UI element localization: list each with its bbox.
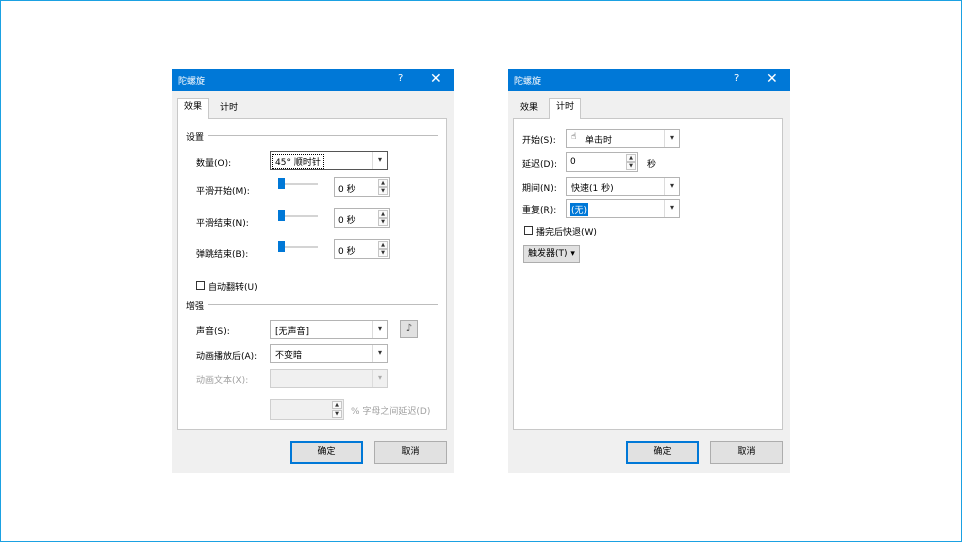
sound-dropdown[interactable]: [无声音] ▾ (270, 320, 388, 339)
close-icon[interactable]: ✕ (430, 71, 442, 87)
timing-dialog: 陀螺旋 ? ✕ 效果 计时 开始(S): ☝ 单击时 ▾ 延迟(D): 0 ▲ … (508, 69, 790, 473)
chevron-down-icon[interactable]: ▾ (664, 178, 679, 195)
title-bar: 陀螺旋 ? ✕ (508, 69, 790, 91)
triggers-label: 触发器(T) (528, 249, 568, 259)
spin-up-icon[interactable]: ▲ (378, 179, 388, 187)
title-bar: 陀螺旋 ? ✕ (172, 69, 454, 91)
letter-delay-label: % 字母之间延迟(D) (351, 407, 431, 417)
mouse-click-icon: ☝ (571, 132, 577, 142)
effect-panel: 设置 数量(O): 45° 顺时针 ▾ 平滑开始(M): 0 秒 ▲ ▼ 平滑结… (177, 118, 447, 430)
rewind-label: 播完后快退(W) (536, 228, 597, 238)
divider (208, 304, 438, 305)
smooth-end-label: 平滑结束(N): (196, 219, 249, 229)
tab-effect[interactable]: 效果 (177, 98, 210, 119)
ok-button[interactable]: 确定 (626, 441, 699, 464)
bounce-end-value: 0 秒 (338, 247, 356, 257)
spin-down-icon[interactable]: ▼ (378, 187, 388, 195)
dialog-title: 陀螺旋 (514, 77, 542, 87)
timing-panel: 开始(S): ☝ 单击时 ▾ 延迟(D): 0 ▲ ▼ 秒 期间(N): 快速(… (513, 118, 783, 430)
amount-label: 数量(O): (196, 159, 232, 169)
bounce-end-stepper[interactable]: 0 秒 ▲ ▼ (334, 239, 390, 259)
chevron-down-icon[interactable]: ▾ (372, 345, 387, 362)
smooth-end-value: 0 秒 (338, 216, 356, 226)
duration-label: 期间(N): (522, 184, 557, 194)
help-button[interactable]: ? (734, 73, 739, 84)
speaker-icon[interactable]: ♪ (400, 320, 418, 338)
spin-up-icon[interactable]: ▲ (378, 241, 388, 249)
spin-down-icon: ▼ (332, 410, 342, 418)
smooth-start-slider-thumb[interactable] (278, 178, 285, 189)
double-chevron-down-icon: ▾ (570, 249, 575, 259)
dialog-title: 陀螺旋 (178, 77, 206, 87)
slide-frame (0, 0, 962, 542)
start-dropdown[interactable]: ☝ 单击时 ▾ (566, 129, 680, 148)
auto-reverse-checkbox[interactable] (196, 281, 205, 290)
spin-down-icon[interactable]: ▼ (378, 249, 388, 257)
delay-unit: 秒 (647, 160, 657, 170)
sound-value: [无声音] (275, 327, 310, 337)
duration-value: 快速(1 秒) (571, 184, 614, 194)
sound-label: 声音(S): (196, 327, 230, 337)
smooth-end-slider-thumb[interactable] (278, 210, 285, 221)
cancel-button[interactable]: 取消 (710, 441, 783, 464)
ok-button[interactable]: 确定 (290, 441, 363, 464)
rewind-checkbox[interactable] (524, 226, 533, 235)
chevron-down-icon[interactable]: ▾ (372, 152, 387, 169)
chevron-down-icon[interactable]: ▾ (664, 200, 679, 217)
close-icon[interactable]: ✕ (766, 71, 778, 87)
animate-text-dropdown: ▾ (270, 369, 388, 388)
duration-dropdown[interactable]: 快速(1 秒) ▾ (566, 177, 680, 196)
enhancements-header: 增强 (186, 302, 205, 312)
cancel-button[interactable]: 取消 (374, 441, 447, 464)
smooth-end-stepper[interactable]: 0 秒 ▲ ▼ (334, 208, 390, 228)
chevron-down-icon: ▾ (372, 370, 387, 387)
delay-label: 延迟(D): (522, 160, 557, 170)
spin-up-icon: ▲ (332, 401, 342, 409)
amount-dropdown[interactable]: 45° 顺时针 ▾ (270, 151, 388, 170)
start-label: 开始(S): (522, 136, 556, 146)
triggers-button[interactable]: 触发器(T) ▾ (523, 245, 580, 263)
tab-effect[interactable]: 效果 (514, 100, 545, 118)
auto-reverse-label: 自动翻转(U) (208, 283, 258, 293)
delay-stepper[interactable]: 0 ▲ ▼ (566, 152, 638, 172)
smooth-start-stepper[interactable]: 0 秒 ▲ ▼ (334, 177, 390, 197)
effect-dialog: 陀螺旋 ? ✕ 效果 计时 设置 数量(O): 45° 顺时针 ▾ 平滑开始(M… (172, 69, 454, 473)
tab-timing[interactable]: 计时 (549, 98, 582, 119)
divider (208, 135, 438, 136)
help-button[interactable]: ? (398, 73, 403, 84)
spin-up-icon[interactable]: ▲ (626, 154, 636, 162)
after-animation-value: 不变暗 (275, 351, 303, 361)
spin-down-icon[interactable]: ▼ (378, 218, 388, 226)
spin-down-icon[interactable]: ▼ (626, 162, 636, 170)
chevron-down-icon[interactable]: ▾ (372, 321, 387, 338)
delay-value: 0 (570, 157, 576, 167)
smooth-start-label: 平滑开始(M): (196, 187, 250, 197)
repeat-label: 重复(R): (522, 206, 557, 216)
letter-delay-stepper: ▲ ▼ (270, 399, 344, 420)
chevron-down-icon[interactable]: ▾ (664, 130, 679, 147)
settings-header: 设置 (186, 133, 205, 143)
after-animation-label: 动画播放后(A): (196, 352, 258, 362)
tab-timing[interactable]: 计时 (214, 100, 245, 118)
animate-text-label: 动画文本(X): (196, 376, 249, 386)
repeat-dropdown[interactable]: (无) ▾ (566, 199, 680, 218)
spin-up-icon[interactable]: ▲ (378, 210, 388, 218)
bounce-end-label: 弹跳结束(B): (196, 250, 249, 260)
amount-value: 45° 顺时针 (272, 154, 324, 169)
smooth-start-value: 0 秒 (338, 185, 356, 195)
repeat-value: (无) (570, 203, 589, 216)
start-value: 单击时 (585, 136, 613, 146)
after-animation-dropdown[interactable]: 不变暗 ▾ (270, 344, 388, 363)
bounce-end-slider-thumb[interactable] (278, 241, 285, 252)
